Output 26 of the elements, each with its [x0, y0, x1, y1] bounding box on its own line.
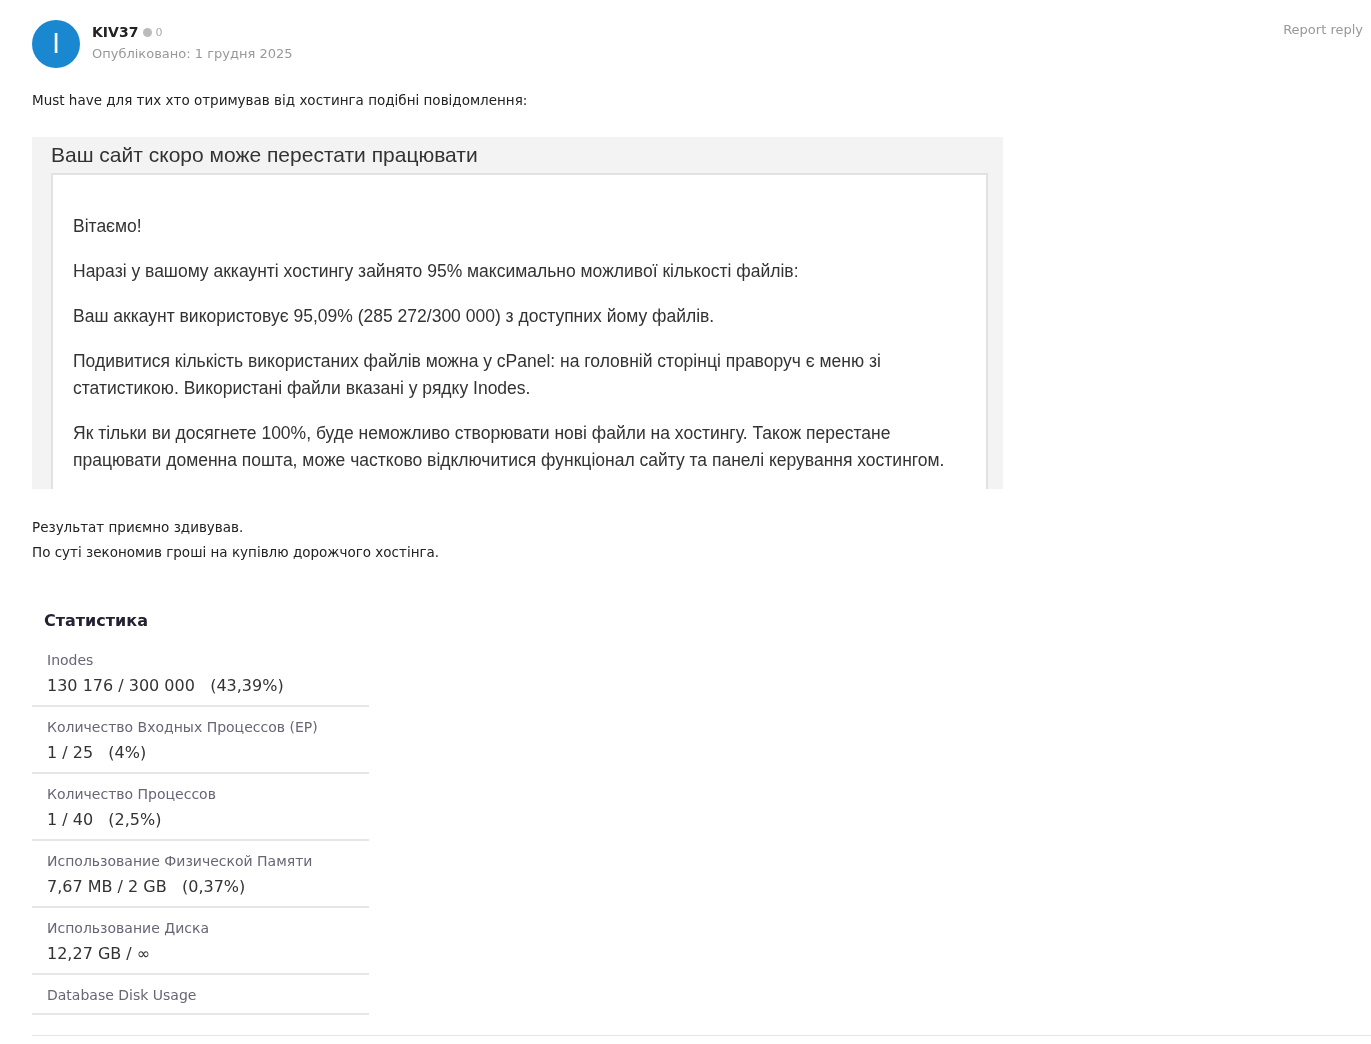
avatar[interactable]: I — [32, 20, 80, 68]
author-name[interactable]: KIV37 — [92, 24, 139, 40]
stat-label: Количество Процессов — [47, 786, 217, 802]
email-paragraph: Наразі у вашому аккаунті хостингу зайнято 95% максимально можливої кількості файлів: — [73, 260, 800, 283]
stat-value: 1 / 40 (2,5%) — [47, 810, 163, 829]
email-paragraph: Подивитися кількість використаних файлів можна у cPanel: на головній сторінці праворуч є меню зі статистикою. Використані файли вказані у рядку Inodes. — [73, 350, 882, 400]
email-paragraph: Ваш аккаунт використовує 95,09% (285 272/300 000) з доступних йому файлів. — [73, 305, 716, 328]
stat-value: 12,27 GB / ∞ — [47, 944, 152, 963]
reputation-badge: 0 — [143, 25, 163, 39]
post-text: Результат приємно здивував. — [32, 518, 245, 537]
email-paragraph: Як тільки ви досягнете 100%, буде неможливо створювати нові файли на хостингу. Також перестане працювати доменна пошта, може частково відключитися функціонал сайту та панелі керування хостингом. — [73, 422, 946, 472]
stat-label: Использование Диска — [47, 920, 210, 936]
stat-value: 1 / 25 (4%) — [47, 743, 148, 762]
stat-label: Количество Входных Процессов (EP) — [47, 719, 319, 735]
stat-label: Использование Физической Памяти — [47, 853, 314, 869]
post-text: По суті зекономив гроші на купівлю дорожчого хостінга. — [32, 543, 441, 562]
email-paragraph: Вітаємо! — [73, 215, 143, 238]
stat-label: Inodes — [47, 652, 95, 668]
post-date: Опубліковано: 1 грудня 2025 — [92, 46, 294, 61]
report-link[interactable]: Report reply — [1283, 22, 1363, 37]
stat-label: Database Disk Usage — [47, 987, 198, 1003]
email-subject: Ваш сайт скоро може перестати працювати — [51, 142, 479, 168]
stat-value: 7,67 MB / 2 GB (0,37%) — [47, 877, 247, 896]
post-text: Must have для тих хто отримував від хостинга подібні повідомлення: — [32, 91, 529, 110]
stats-title: Статистика — [43, 610, 149, 632]
stat-value: 130 176 / 300 000 (43,39%) — [47, 676, 285, 695]
